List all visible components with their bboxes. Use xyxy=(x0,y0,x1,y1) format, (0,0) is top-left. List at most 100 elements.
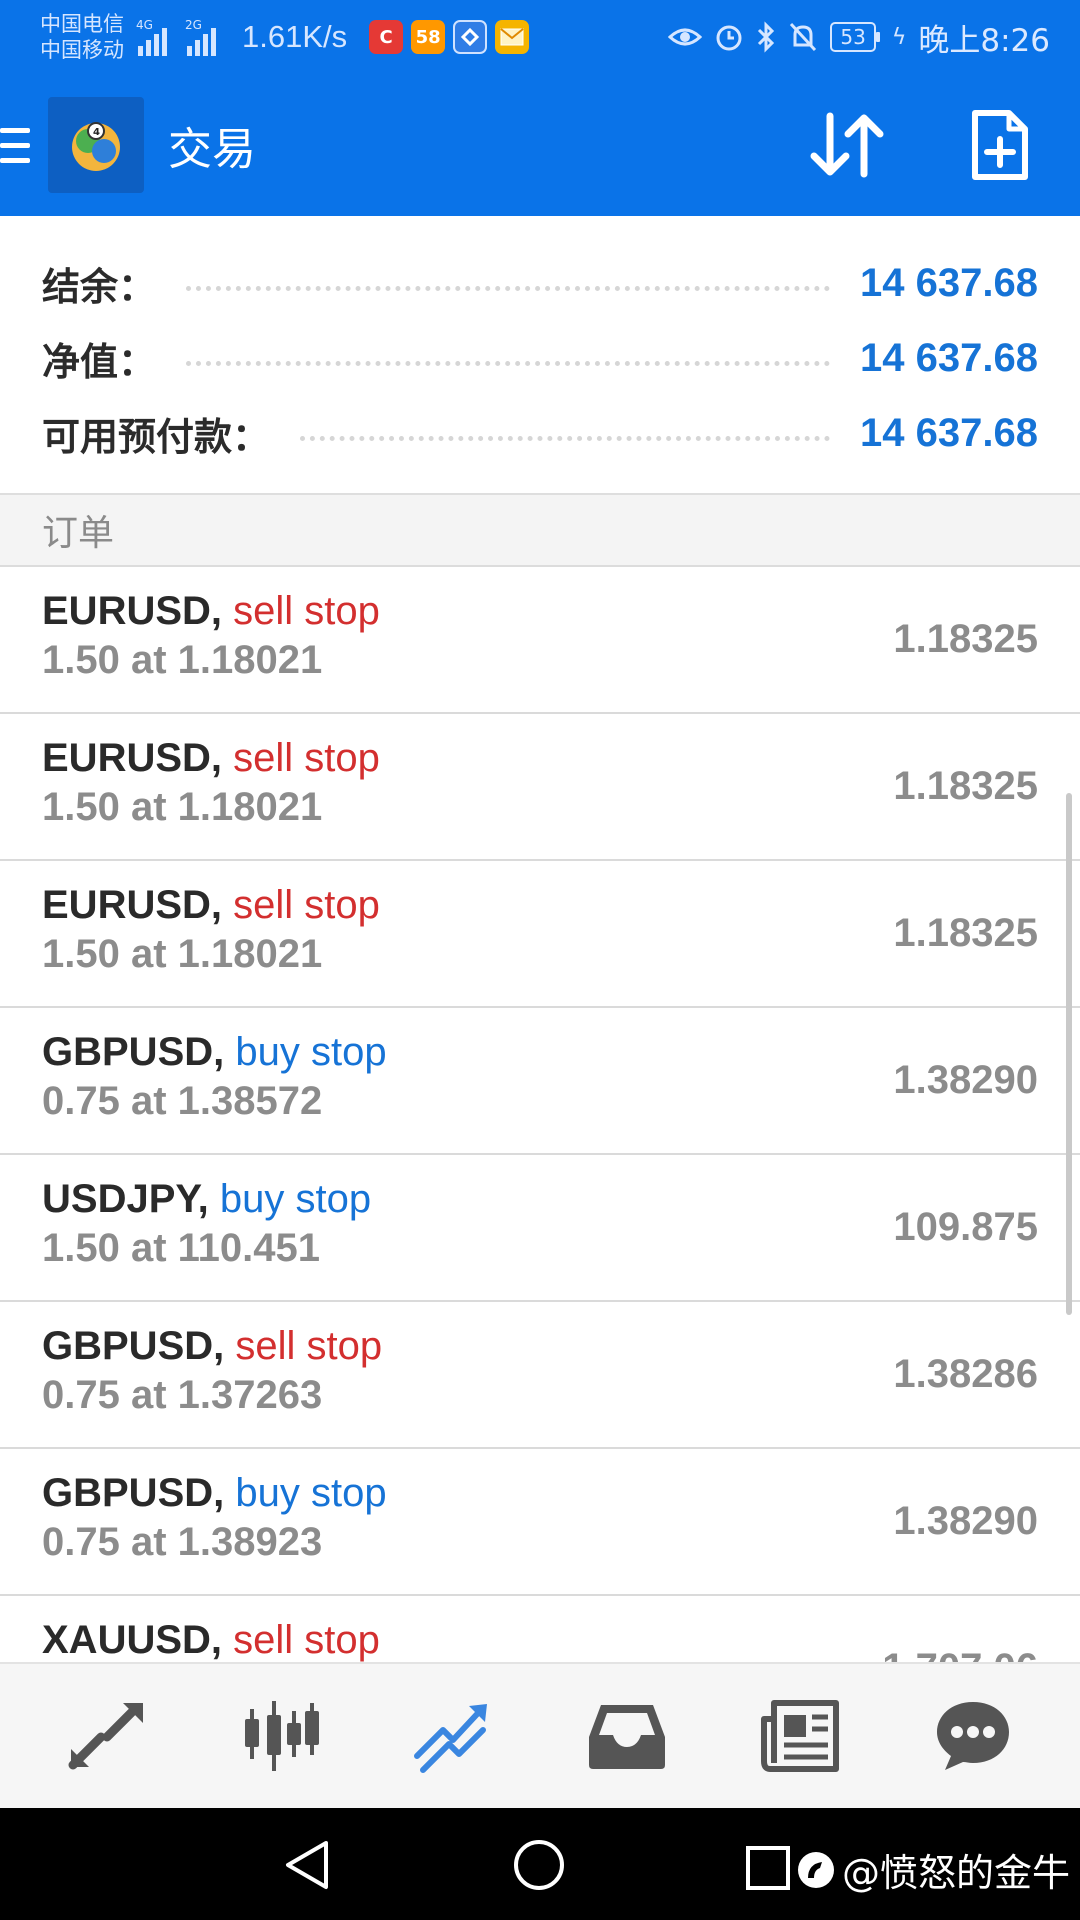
new-order-button[interactable] xyxy=(958,104,1040,186)
back-button[interactable] xyxy=(282,1838,332,1892)
sort-button[interactable] xyxy=(806,104,888,186)
quotes-arrows-icon xyxy=(68,1703,143,1770)
order-symbol: GBPUSD, xyxy=(42,1030,225,1074)
mail-icon xyxy=(495,20,530,54)
order-detail: 1.50 at 1.18021 xyxy=(42,638,323,682)
order-type: buy stop xyxy=(235,1030,387,1074)
nav-history[interactable] xyxy=(572,1681,682,1791)
orders-section-header: 订单 xyxy=(0,495,1080,567)
order-type: sell stop xyxy=(233,883,380,927)
signal-icons: 4G 2G xyxy=(136,18,216,56)
trade-screen: 中国电信 中国移动 4G 2G 1.61K/s C 58 53 ϟ 晚上8:26… xyxy=(0,0,1080,1920)
order-current-price: 1.18325 xyxy=(893,911,1038,955)
battery-level: 53 xyxy=(830,22,881,52)
order-symbol: EURUSD, xyxy=(42,883,223,927)
chat-icon xyxy=(937,1702,1010,1770)
recents-square-icon xyxy=(746,1846,790,1890)
status-bar: 中国电信 中国移动 4G 2G 1.61K/s C 58 53 ϟ 晚上8:26 xyxy=(0,0,1080,74)
order-symbol: GBPUSD, xyxy=(42,1471,225,1515)
home-circle-icon xyxy=(514,1840,564,1890)
alarm-icon xyxy=(716,25,742,51)
order-detail: 0.75 at 1.38923 xyxy=(42,1520,323,1564)
watermark-text: @愤怒的金牛 xyxy=(841,1851,1070,1895)
eye-icon xyxy=(668,28,703,46)
page-title: 交易 xyxy=(168,124,256,175)
order-row[interactable]: GBPUSD, buy stop 0.75 at 1.38923 1.38290 xyxy=(0,1449,1080,1596)
metatrader-logo-icon: 4 xyxy=(48,97,144,193)
weibo-logo-icon xyxy=(797,1851,834,1888)
orders-section-title: 订单 xyxy=(42,513,115,554)
order-row[interactable]: USDJPY, buy stop 1.50 at 110.451 109.875 xyxy=(0,1155,1080,1302)
order-row[interactable]: EURUSD, sell stop 1.50 at 1.18021 1.1832… xyxy=(0,714,1080,861)
equity-label: 净值： xyxy=(42,340,157,384)
58-app-icon: 58 xyxy=(411,20,446,54)
bottom-navigation xyxy=(0,1662,1080,1808)
order-detail: 1.50 at 1.18021 xyxy=(42,785,323,829)
carrier-1: 中国电信 xyxy=(40,12,124,36)
order-row[interactable]: GBPUSD, buy stop 0.75 at 1.38572 1.38290 xyxy=(0,1008,1080,1155)
order-symbol: USDJPY, xyxy=(42,1177,209,1221)
order-symbol: EURUSD, xyxy=(42,589,223,633)
free-margin-value: 14 637.68 xyxy=(860,411,1038,455)
c-app-icon: C xyxy=(369,20,404,54)
order-current-price: 109.875 xyxy=(893,1205,1038,1249)
order-detail: 1.50 at 1.18021 xyxy=(42,932,323,976)
recents-button[interactable] xyxy=(744,1844,792,1892)
order-row[interactable]: EURUSD, sell stop 1.50 at 1.18021 1.1832… xyxy=(0,861,1080,1008)
balance-row: 结余： 14 637.68 xyxy=(0,246,1080,321)
order-type: sell stop xyxy=(235,1324,383,1368)
balance-value: 14 637.68 xyxy=(860,261,1038,305)
charging-icon: ϟ xyxy=(891,24,907,50)
home-button[interactable] xyxy=(512,1838,566,1892)
order-type: buy stop xyxy=(235,1471,387,1515)
carrier-names: 中国电信 中国移动 xyxy=(40,11,124,63)
clock: 晚上8:26 xyxy=(918,22,1050,59)
watermark: @愤怒的金牛 xyxy=(796,1842,1070,1897)
order-detail: 1.50 at 110.451 xyxy=(42,1226,321,1270)
carrier-2: 中国移动 xyxy=(40,38,124,62)
dotted-leader xyxy=(186,286,831,291)
equity-row: 净值： 14 637.68 xyxy=(0,321,1080,396)
app-bar: 4 交易 xyxy=(0,74,1080,216)
dotted-leader xyxy=(186,361,831,366)
orders-list: EURUSD, sell stop 1.50 at 1.18021 1.1832… xyxy=(0,567,1080,1662)
scrollbar[interactable] xyxy=(1066,793,1072,1315)
order-type: sell stop xyxy=(233,736,380,780)
bluetooth-icon xyxy=(758,21,775,53)
order-detail: 0.75 at 1.38572 xyxy=(42,1079,323,1123)
nav-chart[interactable] xyxy=(225,1681,335,1791)
order-type: sell stop xyxy=(233,589,380,633)
signal-strength-icon: 2G xyxy=(185,18,216,56)
order-row[interactable]: GBPUSD, sell stop 0.75 at 1.37263 1.3828… xyxy=(0,1302,1080,1449)
dotted-leader xyxy=(300,436,831,441)
order-current-price: 1.18325 xyxy=(893,617,1038,661)
news-icon xyxy=(760,1700,839,1772)
order-row[interactable]: XAUUSD, sell stop 1 707.06 xyxy=(0,1596,1080,1662)
order-symbol: GBPUSD, xyxy=(42,1324,225,1368)
order-current-price: 1.38290 xyxy=(893,1058,1038,1102)
signal-2-tag: 2G xyxy=(185,18,202,32)
order-current-price: 1 707.06 xyxy=(882,1646,1038,1662)
order-row[interactable]: EURUSD, sell stop 1.50 at 1.18021 1.1832… xyxy=(0,567,1080,714)
network-speed: 1.61K/s xyxy=(242,19,348,54)
nav-messages[interactable] xyxy=(918,1681,1028,1791)
system-navigation-bar: @愤怒的金牛 xyxy=(0,1808,1080,1920)
nav-news[interactable] xyxy=(745,1681,855,1791)
nav-trade[interactable] xyxy=(398,1681,508,1791)
balance-label: 结余： xyxy=(42,265,157,309)
order-symbol: EURUSD, xyxy=(42,736,223,780)
order-current-price: 1.18325 xyxy=(893,764,1038,808)
back-triangle-icon xyxy=(286,1841,328,1889)
order-type: sell stop xyxy=(233,1618,380,1662)
order-symbol: XAUUSD, xyxy=(42,1618,223,1662)
notification-icons: C 58 xyxy=(369,20,530,54)
order-type: buy stop xyxy=(219,1177,372,1221)
order-current-price: 1.38290 xyxy=(893,1499,1038,1543)
nav-quotes[interactable] xyxy=(52,1681,162,1791)
menu-icon[interactable] xyxy=(0,117,40,173)
system-status-icons: 53 ϟ 晚上8:26 xyxy=(668,15,1050,60)
equity-value: 14 637.68 xyxy=(860,336,1038,380)
signal-1-tag: 4G xyxy=(136,18,153,32)
account-summary: 结余： 14 637.68 净值： 14 637.68 可用预付款： 14 63… xyxy=(0,216,1080,494)
add-document-icon xyxy=(972,110,1028,180)
